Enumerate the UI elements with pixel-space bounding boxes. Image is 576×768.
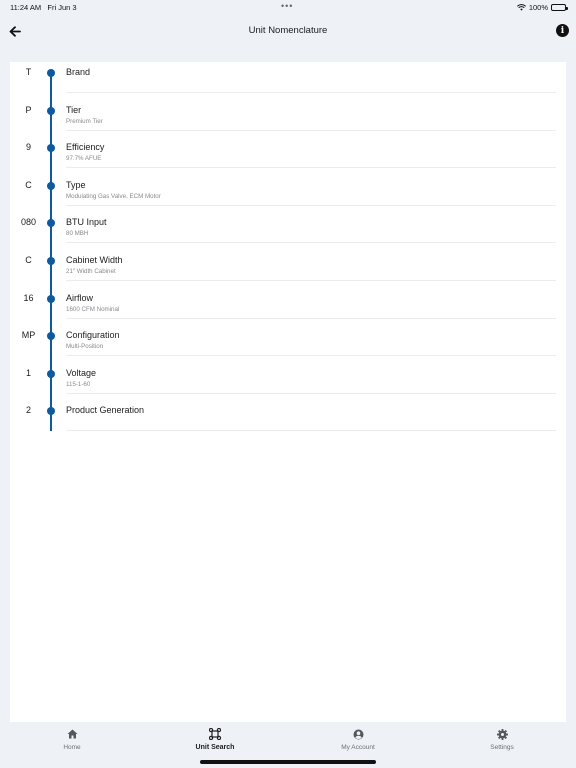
item-label: Product Generation [66, 405, 145, 416]
multitask-dots[interactable]: ••• [281, 1, 293, 11]
status-right: 100% [516, 3, 568, 12]
code-letter: 16 [23, 292, 34, 303]
code-letter: T [25, 67, 32, 77]
row-divider [66, 392, 556, 394]
timeline-dot [47, 144, 55, 153]
code-letter: 1 [25, 367, 31, 378]
timeline-dot [47, 106, 55, 115]
row-divider [66, 280, 556, 281]
item-description: Premium Tier [66, 117, 103, 125]
item-label: Airflow [66, 292, 94, 303]
item-label: Brand [66, 67, 91, 77]
home-icon [67, 729, 77, 739]
timeline-dot [47, 181, 55, 190]
code-letter: 080 [20, 217, 37, 228]
item-label: Voltage [66, 367, 97, 378]
timeline-dot [47, 69, 55, 77]
nomenclature-card: T Brand P Tier Premium Tier 9 Efficiency 97.7% … [10, 62, 566, 722]
item-description: 1600 CFM Nominal [66, 305, 120, 313]
item-label: Type [66, 179, 86, 190]
tab-home[interactable]: Home [32, 728, 112, 751]
row-divider [66, 167, 556, 169]
code-letter: C [25, 255, 32, 265]
item-description: 80 MBH [66, 230, 89, 238]
item-label: Configuration [66, 330, 120, 341]
row-divider [66, 204, 556, 206]
info-icon: i [560, 25, 565, 36]
tab-unit-search[interactable]: Unit Search [175, 728, 255, 751]
nav-bar: Unit Nomenclature i [0, 14, 576, 54]
code-letter: 2 [25, 405, 31, 416]
info-button[interactable]: i [556, 24, 569, 37]
row-divider [66, 317, 556, 319]
account-icon [353, 729, 363, 739]
row-divider [66, 242, 556, 244]
tab-settings-label: Settings [490, 744, 514, 751]
item-description: 115-1-60 [66, 380, 91, 388]
gear-icon [496, 728, 508, 740]
row-divider [66, 129, 556, 131]
timeline-dot [47, 407, 55, 416]
item-label: Efficiency [66, 142, 105, 153]
tab-my-account[interactable]: My Account [318, 728, 398, 751]
timeline-dot [47, 294, 55, 303]
wifi-icon [516, 4, 526, 11]
timeline-dot [47, 257, 55, 265]
tab-home-label: Home [63, 744, 81, 751]
item-description: Modulating Gas Valve, ECM Motor [66, 192, 161, 200]
tab-unit-search-label: Unit Search [195, 744, 235, 751]
item-description: Multi-Position [66, 343, 104, 351]
tab-my-account-label: My Account [341, 744, 375, 751]
timeline-dot [47, 369, 55, 378]
status-bar: 11:24 AM Fri Jun 3 ••• 100% [0, 0, 576, 14]
row-divider [66, 430, 556, 432]
tab-settings[interactable]: Settings [462, 728, 542, 751]
status-time: 11:24 AM Fri Jun 3 [10, 3, 77, 12]
item-description: 97.7% AFUE [66, 155, 102, 163]
timeline-dot [47, 332, 55, 341]
item-label: Tier [66, 104, 82, 115]
battery-icon [551, 4, 568, 11]
timeline-dot [47, 219, 55, 228]
row-divider [66, 355, 556, 357]
code-letter: P [25, 104, 32, 115]
page-title: Unit Nomenclature [248, 25, 328, 36]
item-description: 21" Width Cabinet [66, 268, 116, 275]
unit-search-icon [209, 728, 221, 740]
item-label: BTU Input [66, 217, 107, 228]
row-divider [66, 92, 556, 93]
battery-percent: 100% [528, 3, 548, 12]
code-letter: 9 [25, 142, 31, 153]
item-label: Cabinet Width [66, 255, 123, 265]
code-letter: C [25, 179, 32, 190]
code-letter: MP [21, 330, 36, 341]
home-indicator [200, 760, 376, 764]
